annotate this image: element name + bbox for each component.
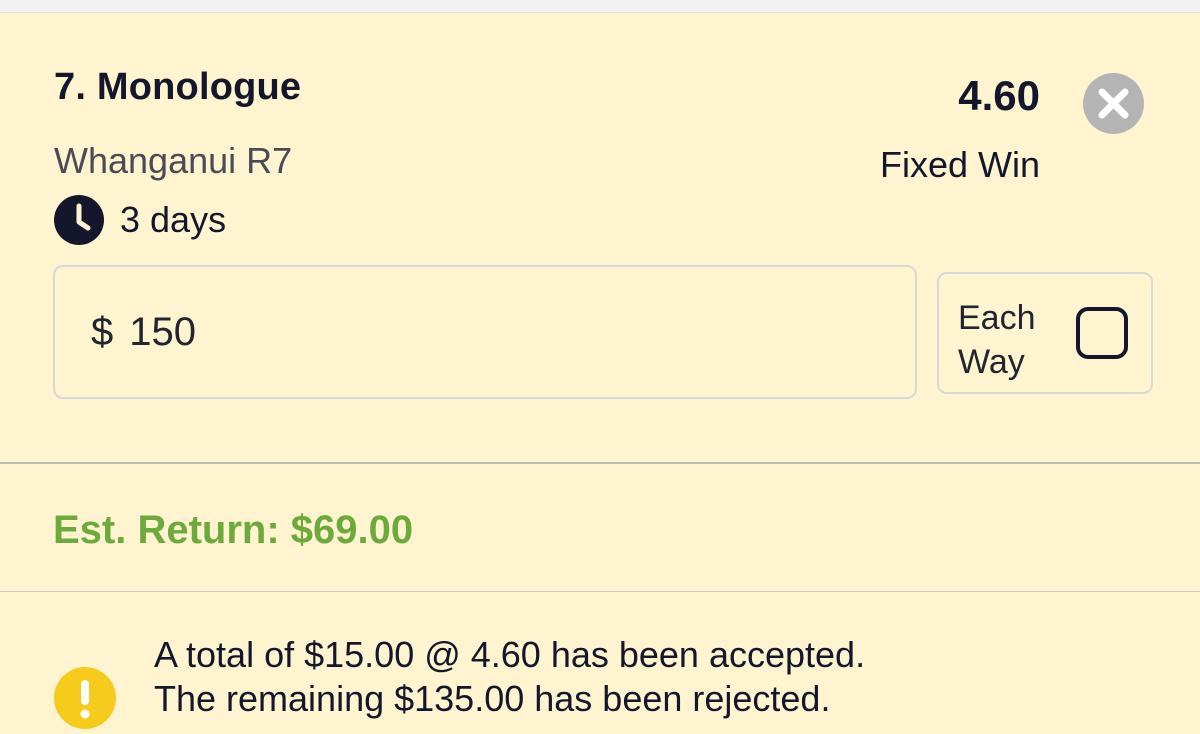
warning-icon (54, 667, 116, 729)
stake-field[interactable]: $ (53, 265, 917, 399)
stake-input[interactable] (129, 309, 730, 355)
odds-value: 4.60 (958, 72, 1040, 119)
top-strip (0, 0, 1200, 13)
each-way-label: Each Way (958, 299, 1036, 381)
currency-symbol: $ (91, 309, 114, 354)
each-way-checkbox[interactable] (1076, 307, 1128, 359)
clock-icon (54, 195, 104, 245)
estimated-return: Est. Return: $69.00 (53, 508, 414, 552)
bet-status-line-2: The remaining $135.00 has been rejected. (154, 678, 831, 719)
divider (0, 462, 1200, 464)
divider (0, 591, 1200, 592)
bet-status-line-1: A total of $15.00 @ 4.60 has been accept… (154, 634, 866, 675)
close-icon (1083, 73, 1144, 134)
time-remaining-text: 3 days (120, 199, 227, 240)
bet-type-label: Fixed Win (879, 144, 1040, 185)
each-way-toggle[interactable]: Each Way (937, 272, 1153, 394)
race-venue: Whanganui R7 (54, 140, 293, 181)
time-remaining-row: 3 days (54, 195, 226, 245)
remove-bet-button[interactable] (1083, 73, 1144, 134)
runner-title: 7. Monologue (54, 66, 302, 108)
